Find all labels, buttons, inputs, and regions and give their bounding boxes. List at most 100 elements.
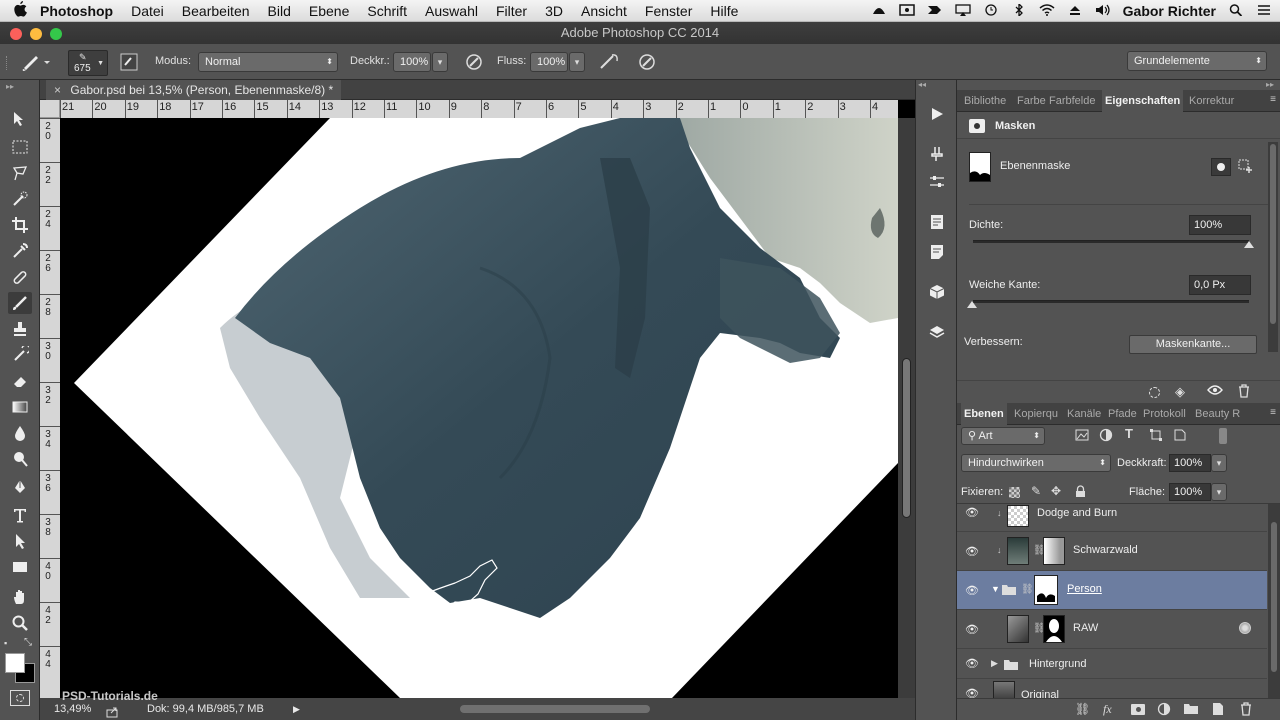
filter-type-layers-icon[interactable]: T	[1125, 426, 1133, 441]
menu-bild[interactable]: Bild	[268, 3, 291, 19]
close-window-button[interactable]	[10, 28, 22, 40]
density-slider-knob[interactable]	[1244, 241, 1254, 248]
layer-filter-kind-select[interactable]: ⚲ Art ⬍	[961, 427, 1045, 445]
zoom-window-button[interactable]	[50, 28, 62, 40]
layer-row-dodge-and-burn[interactable]: 👁 ↓ Dodge and Burn	[957, 504, 1267, 532]
menu-app-name[interactable]: Photoshop	[40, 3, 113, 19]
document-canvas[interactable]	[60, 118, 898, 698]
menu-schrift[interactable]: Schrift	[367, 3, 407, 19]
clone-stamp-tool-icon[interactable]	[8, 318, 32, 340]
time-machine-icon[interactable]	[983, 3, 999, 19]
layer-mask-thumbnail[interactable]	[1043, 537, 1065, 565]
flow-input[interactable]: 100%	[530, 52, 568, 72]
mask-visibility-icon[interactable]	[1207, 384, 1223, 399]
toolbar-collapse-icon[interactable]: ▸▸	[6, 82, 14, 91]
history-brush-tool-icon[interactable]	[8, 344, 32, 366]
visibility-eye-icon[interactable]: 👁	[965, 687, 979, 698]
fill-input[interactable]: 100%	[1169, 483, 1211, 501]
hat-icon[interactable]	[871, 3, 887, 19]
layer-row-original[interactable]: 👁 Original	[957, 679, 1267, 698]
user-name[interactable]: Gabor Richter	[1123, 3, 1216, 19]
layer-row-hintergrund[interactable]: 👁 ▶ Hintergrund	[957, 649, 1267, 679]
menu-ansicht[interactable]: Ansicht	[581, 3, 627, 19]
flow-dropdown-button[interactable]: ▾	[569, 52, 585, 72]
arrows-icon[interactable]	[927, 3, 943, 19]
feather-slider-track[interactable]	[973, 300, 1249, 303]
layer-name[interactable]: RAW	[1073, 622, 1098, 634]
tab-bibliotheken[interactable]: Bibliothe	[961, 90, 1009, 112]
visibility-eye-icon[interactable]: 👁	[965, 506, 979, 520]
visibility-eye-icon[interactable]: 👁	[965, 584, 979, 598]
layer-name[interactable]: Schwarzwald	[1073, 544, 1138, 556]
gradient-tool-icon[interactable]	[8, 396, 32, 418]
path-selection-tool-icon[interactable]	[8, 530, 32, 552]
layer-mask-thumbnail[interactable]	[1034, 575, 1058, 605]
eyedropper-tool-icon[interactable]	[8, 240, 32, 262]
brush-panel-toggle-icon[interactable]	[120, 53, 138, 74]
menu-bearbeiten[interactable]: Bearbeiten	[182, 3, 250, 19]
tab-kanaele[interactable]: Kanäle	[1064, 403, 1104, 425]
layer-mask-thumbnail[interactable]	[1043, 615, 1065, 643]
chain-link-icon[interactable]: ⛓	[1021, 584, 1034, 595]
filter-adjustment-layers-icon[interactable]	[1099, 428, 1113, 445]
apply-mask-icon[interactable]: ◈	[1175, 384, 1185, 400]
notification-list-icon[interactable]	[1256, 3, 1272, 19]
quick-selection-tool-icon[interactable]	[8, 188, 32, 210]
pressure-opacity-icon[interactable]	[464, 52, 484, 75]
horizontal-ruler[interactable]: 21 20 19 18 17 16 15 14 13 12 11 10 9 8 7 6 5 4 3 2 1 0 1 2 3 4	[60, 100, 898, 118]
volume-icon[interactable]	[1095, 3, 1111, 19]
swap-colors-icon[interactable]: ⤡	[24, 637, 32, 648]
layer-name[interactable]: Dodge and Burn	[1037, 507, 1117, 519]
layers-stack-icon[interactable]	[927, 324, 947, 344]
filter-smart-objects-icon[interactable]	[1173, 428, 1187, 445]
healing-brush-tool-icon[interactable]	[8, 266, 32, 288]
menu-filter[interactable]: Filter	[496, 3, 527, 19]
default-colors-icon[interactable]: ▪	[4, 638, 7, 648]
hand-tool-icon[interactable]	[8, 586, 32, 608]
tab-beauty-retusche[interactable]: Beauty R	[1192, 403, 1243, 425]
crop-tool-icon[interactable]	[8, 214, 32, 236]
add-layer-mask-icon[interactable]	[1131, 704, 1145, 715]
tab-kopierquelle[interactable]: Kopierqu	[1011, 403, 1061, 425]
layer-row-schwarzwald[interactable]: 👁 ↓ ⛓ Schwarzwald	[957, 532, 1267, 571]
dodge-tool-icon[interactable]	[8, 448, 32, 470]
apple-icon[interactable]	[0, 0, 40, 21]
visibility-eye-icon[interactable]: 👁	[965, 623, 979, 637]
grip-handle[interactable]	[6, 56, 10, 70]
pressure-size-icon[interactable]	[637, 52, 657, 75]
panel-collapse-icon[interactable]: ▸▸	[1266, 80, 1274, 89]
properties-panel-menu-icon[interactable]: ≡	[1270, 94, 1276, 105]
group-collapse-arrow-icon[interactable]: ▶	[991, 658, 998, 669]
dock-collapse-icon[interactable]: ◂◂	[918, 80, 926, 89]
layer-name[interactable]: Original	[1021, 689, 1059, 698]
menu-ebene[interactable]: Ebene	[309, 3, 349, 19]
close-document-icon[interactable]: ×	[54, 83, 61, 97]
layers-scrollbar[interactable]	[1268, 504, 1280, 698]
new-layer-icon[interactable]	[1211, 702, 1225, 719]
vertical-scroll-thumb[interactable]	[902, 358, 911, 518]
visibility-eye-icon[interactable]: 👁	[965, 545, 979, 559]
horizontal-scroll-thumb[interactable]	[460, 705, 650, 713]
ruler-origin[interactable]	[40, 100, 60, 118]
link-layers-icon[interactable]: ⛓	[1075, 702, 1090, 716]
blur-tool-icon[interactable]	[8, 422, 32, 444]
tab-korrekturen[interactable]: Korrektur	[1186, 90, 1237, 112]
layer-opacity-dropdown[interactable]: ▾	[1211, 454, 1227, 472]
minimize-window-button[interactable]	[30, 28, 42, 40]
layer-opacity-input[interactable]: 100%	[1169, 454, 1211, 472]
menu-datei[interactable]: Datei	[131, 3, 164, 19]
density-slider-track[interactable]	[973, 240, 1249, 243]
share-icon[interactable]	[106, 704, 118, 720]
layer-name[interactable]: Hintergrund	[1029, 658, 1086, 670]
layer-row-person[interactable]: 👁 ▼ ⛓ Person	[957, 571, 1267, 610]
feather-input[interactable]: 0,0 Px	[1189, 275, 1251, 295]
load-selection-icon[interactable]	[1149, 387, 1160, 398]
lock-all-icon[interactable]	[1075, 485, 1086, 501]
lasso-tool-icon[interactable]	[8, 162, 32, 184]
lock-pixels-icon[interactable]: ✎	[1031, 484, 1041, 498]
filter-pixel-layers-icon[interactable]	[1075, 428, 1089, 445]
quick-mask-icon[interactable]	[10, 690, 30, 706]
mask-edge-button[interactable]: Maskenkante...	[1129, 335, 1257, 354]
tab-protokoll[interactable]: Protokoll	[1140, 403, 1189, 425]
vertical-ruler[interactable]: 2 0 2 2 2 4 2 6 2 8 3 0 3 2 3 4 3 6 3 8 4 0 4 2 4 4	[40, 118, 60, 698]
